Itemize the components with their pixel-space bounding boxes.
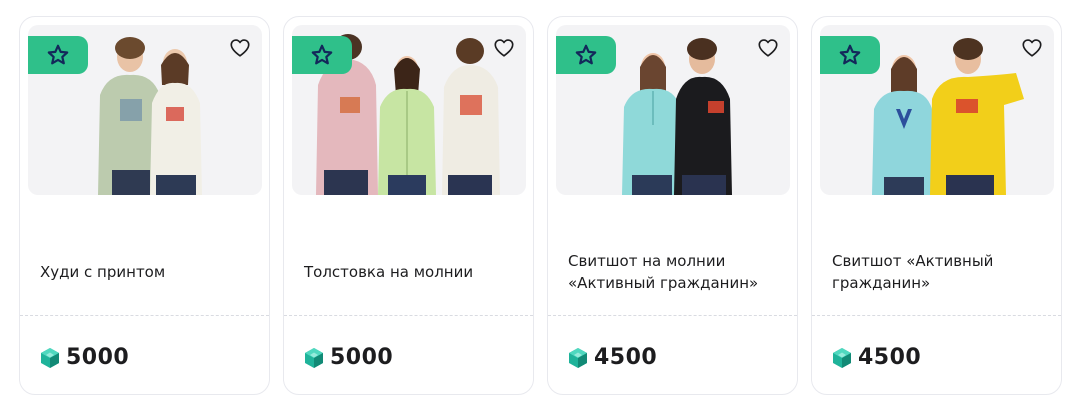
divider xyxy=(284,315,533,316)
gem-icon xyxy=(569,347,587,368)
divider xyxy=(20,315,269,316)
product-card[interactable]: Худи с принтом 5000 xyxy=(19,16,270,395)
product-title[interactable]: Худи с принтом xyxy=(40,245,255,299)
featured-badge xyxy=(820,36,880,74)
divider xyxy=(548,315,797,316)
featured-badge xyxy=(292,36,352,74)
heart-icon[interactable] xyxy=(493,37,515,59)
product-title[interactable]: Толстовка на молнии xyxy=(304,245,519,299)
featured-badge xyxy=(556,36,616,74)
price-value: 4500 xyxy=(858,345,922,370)
price-value: 5000 xyxy=(66,345,130,370)
product-grid: Худи с принтом 5000 Толстовка на молнии … xyxy=(0,0,1084,420)
gem-icon xyxy=(41,347,59,368)
heart-icon[interactable] xyxy=(757,37,779,59)
product-card[interactable]: Свитшот «Активный гражданин» 4500 xyxy=(811,16,1062,395)
star-icon xyxy=(47,44,69,65)
star-icon xyxy=(311,44,333,65)
product-price: 4500 xyxy=(832,345,921,370)
product-price: 4500 xyxy=(568,345,657,370)
price-value: 5000 xyxy=(330,345,394,370)
product-price: 5000 xyxy=(304,345,393,370)
gem-icon xyxy=(305,347,323,368)
product-title[interactable]: Свитшот на молнии «Активный гражданин» xyxy=(568,245,783,299)
star-icon xyxy=(839,44,861,65)
product-title[interactable]: Свитшот «Активный гражданин» xyxy=(832,245,1047,299)
product-card[interactable]: Свитшот на молнии «Активный гражданин» 4… xyxy=(547,16,798,395)
heart-icon[interactable] xyxy=(229,37,251,59)
divider xyxy=(812,315,1061,316)
product-price: 5000 xyxy=(40,345,129,370)
product-card[interactable]: Толстовка на молнии 5000 xyxy=(283,16,534,395)
heart-icon[interactable] xyxy=(1021,37,1043,59)
price-value: 4500 xyxy=(594,345,658,370)
featured-badge xyxy=(28,36,88,74)
gem-icon xyxy=(833,347,851,368)
star-icon xyxy=(575,44,597,65)
